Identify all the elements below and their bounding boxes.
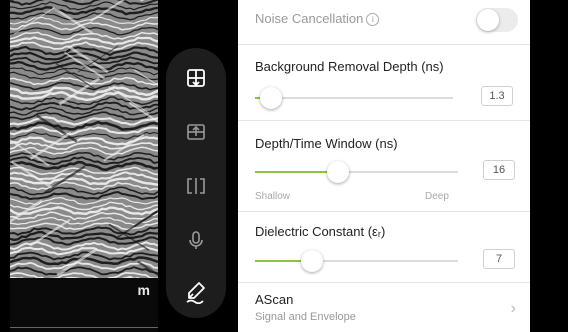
ascan-row[interactable]: AScan Signal and Envelope ›: [238, 283, 530, 332]
microphone-icon: [189, 231, 203, 249]
background-removal-thumb[interactable]: [259, 87, 282, 109]
noise-cancellation-row: Noise Cancellation i: [238, 0, 530, 45]
noise-cancellation-toggle[interactable]: [476, 8, 518, 32]
settings-panel: Noise Cancellation i Background Removal D…: [238, 0, 530, 332]
background-removal-slider[interactable]: [255, 87, 453, 109]
background-removal-value[interactable]: 1.3: [481, 86, 513, 106]
depth-time-window-fill: [255, 171, 339, 173]
ascan-subtitle: Signal and Envelope: [255, 311, 356, 323]
scan-scale-bar: m: [10, 278, 158, 332]
info-icon[interactable]: i: [366, 13, 380, 26]
dielectric-constant-label: Dielectric Constant (εᵣ): [255, 224, 386, 239]
dielectric-constant-row: Dielectric Constant (εᵣ) 7: [238, 212, 530, 283]
split-view-button[interactable]: [166, 168, 226, 204]
depth-time-window-thumb[interactable]: [327, 161, 350, 183]
pen-edit-icon: [186, 282, 205, 304]
export-icon: [187, 124, 205, 140]
radar-scan-image[interactable]: [10, 0, 158, 278]
app-root: m Noise Cancellation i Background Remova…: [0, 0, 568, 332]
vertical-toolbar: [166, 48, 226, 318]
depth-time-window-row: Depth/Time Window (ns) 16 Shallow Deep: [238, 121, 530, 212]
depth-time-window-label: Depth/Time Window (ns): [255, 136, 398, 151]
background-removal-label: Background Removal Depth (ns): [255, 59, 444, 74]
depth-time-window-value[interactable]: 16: [483, 160, 515, 180]
pen-edit-button[interactable]: [166, 274, 226, 310]
dielectric-constant-value[interactable]: 7: [483, 249, 515, 269]
dielectric-constant-slider[interactable]: [255, 250, 458, 272]
toggle-knob: [477, 9, 499, 31]
depth-max-label: Deep: [425, 191, 449, 202]
scan-unit-label: m: [137, 282, 150, 298]
scan-scale-line: [10, 327, 158, 328]
depth-min-label: Shallow: [255, 191, 291, 202]
window-edge: [530, 0, 568, 332]
display-settings-icon: [187, 69, 205, 87]
chevron-right-icon: ›: [510, 300, 516, 317]
microphone-button[interactable]: [166, 222, 226, 258]
display-settings-button[interactable]: [166, 60, 226, 96]
noise-cancellation-label: Noise Cancellation i: [255, 11, 380, 26]
dielectric-constant-thumb[interactable]: [300, 250, 323, 272]
export-button[interactable]: [166, 114, 226, 150]
background-removal-row: Background Removal Depth (ns) 1.3: [238, 45, 530, 121]
depth-time-window-slider[interactable]: [255, 161, 458, 183]
ascan-title: AScan: [255, 292, 294, 307]
split-view-icon: [187, 178, 205, 194]
